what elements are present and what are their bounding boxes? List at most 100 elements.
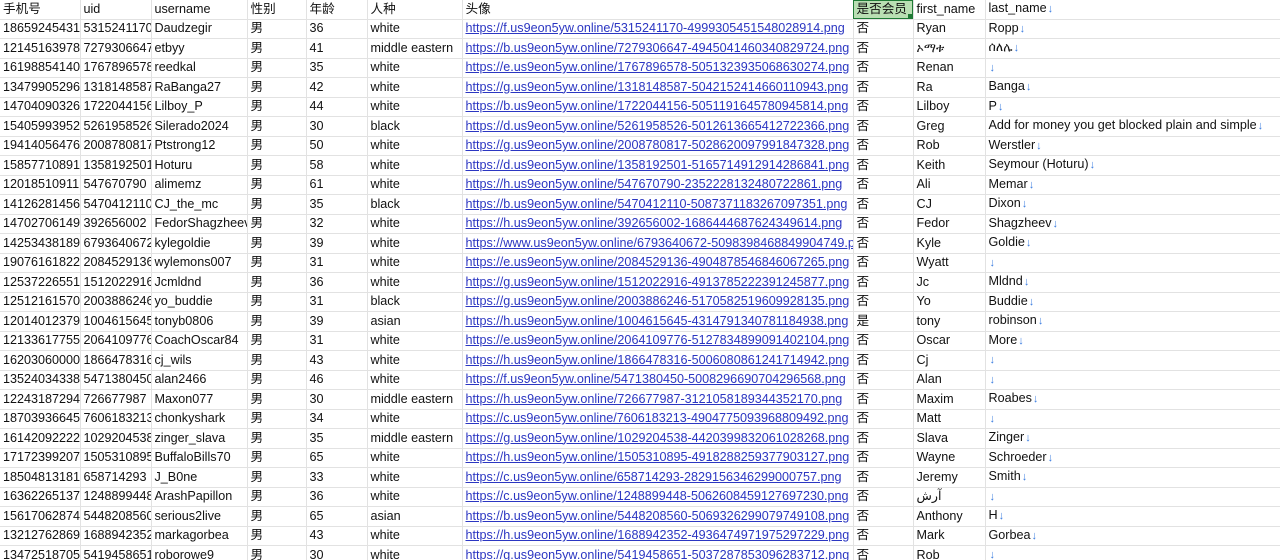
- gender-cell[interactable]: 男: [247, 389, 307, 410]
- username-cell[interactable]: yo_buddie: [151, 292, 248, 312]
- uid-cell[interactable]: 2003886246: [80, 292, 152, 312]
- race-cell[interactable]: white: [367, 526, 463, 546]
- race-cell[interactable]: white: [367, 97, 463, 117]
- username-cell[interactable]: tonyb0806: [151, 311, 248, 332]
- username-cell[interactable]: etbyy: [151, 38, 248, 59]
- phone-cell[interactable]: 13212762869: [0, 526, 81, 546]
- first-name-cell[interactable]: Fedor: [913, 214, 986, 234]
- username-cell[interactable]: BuffaloBills70: [151, 448, 248, 468]
- down-arrow-icon[interactable]: ↓: [990, 62, 996, 74]
- username-cell[interactable]: zinger_slava: [151, 428, 248, 449]
- avatar-link[interactable]: https://c.us9eon5yw.online/658714293-282…: [466, 470, 842, 484]
- down-arrow-icon[interactable]: ↓: [1029, 296, 1035, 308]
- first-name-cell[interactable]: Anthony: [913, 506, 986, 527]
- first-name-cell[interactable]: Oscar: [913, 331, 986, 351]
- gender-cell[interactable]: 男: [247, 467, 307, 488]
- uid-cell[interactable]: 5261958526: [80, 116, 152, 137]
- race-cell[interactable]: middle eastern: [367, 428, 463, 449]
- phone-cell[interactable]: 18504813181: [0, 467, 81, 488]
- phone-cell[interactable]: 14702706149: [0, 214, 81, 234]
- first-name-cell[interactable]: Cj: [913, 350, 986, 371]
- uid-cell[interactable]: 5448208560: [80, 506, 152, 527]
- header-gender[interactable]: 性别: [247, 0, 307, 20]
- avatar-link[interactable]: https://h.us9eon5yw.online/547670790-235…: [466, 177, 843, 191]
- gender-cell[interactable]: 男: [247, 526, 307, 546]
- down-arrow-icon[interactable]: ↓: [1090, 159, 1096, 171]
- down-arrow-icon[interactable]: ↓: [990, 491, 996, 503]
- avatar-cell[interactable]: https://b.us9eon5yw.online/5448208560-50…: [462, 506, 854, 527]
- last-name-cell[interactable]: robinson↓: [985, 311, 1280, 332]
- phone-cell[interactable]: 19414056476: [0, 136, 81, 156]
- phone-cell[interactable]: 16203060000: [0, 350, 81, 371]
- avatar-link[interactable]: https://g.us9eon5yw.online/2003886246-51…: [466, 294, 850, 308]
- gender-cell[interactable]: 男: [247, 194, 307, 215]
- avatar-cell[interactable]: https://h.us9eon5yw.online/547670790-235…: [462, 175, 854, 195]
- avatar-cell[interactable]: https://d.us9eon5yw.online/5261958526-50…: [462, 116, 854, 137]
- gender-cell[interactable]: 男: [247, 350, 307, 371]
- is-member-cell[interactable]: 否: [853, 58, 914, 78]
- down-arrow-icon[interactable]: ↓: [1048, 452, 1054, 464]
- first-name-cell[interactable]: Yo: [913, 292, 986, 312]
- phone-cell[interactable]: 14704090326: [0, 97, 81, 117]
- last-name-cell[interactable]: ሰለሌ↓: [985, 38, 1280, 59]
- header-age[interactable]: 年龄: [306, 0, 368, 20]
- race-cell[interactable]: white: [367, 175, 463, 195]
- last-name-cell[interactable]: H↓: [985, 506, 1280, 527]
- first-name-cell[interactable]: Kyle: [913, 233, 986, 254]
- age-cell[interactable]: 42: [306, 77, 368, 98]
- username-cell[interactable]: CoachOscar84: [151, 331, 248, 351]
- age-cell[interactable]: 61: [306, 175, 368, 195]
- down-arrow-icon[interactable]: ↓: [990, 374, 996, 386]
- username-cell[interactable]: Silerado2024: [151, 116, 248, 137]
- phone-cell[interactable]: 16362265137: [0, 487, 81, 507]
- age-cell[interactable]: 65: [306, 506, 368, 527]
- gender-cell[interactable]: 男: [247, 428, 307, 449]
- avatar-cell[interactable]: https://g.us9eon5yw.online/1029204538-44…: [462, 428, 854, 449]
- phone-cell[interactable]: 15405993952: [0, 116, 81, 137]
- last-name-cell[interactable]: ↓: [985, 370, 1280, 390]
- avatar-link[interactable]: https://h.us9eon5yw.online/1688942352-49…: [466, 528, 850, 542]
- avatar-link[interactable]: https://h.us9eon5yw.online/1866478316-50…: [466, 353, 850, 367]
- gender-cell[interactable]: 男: [247, 370, 307, 390]
- header-is-member-selected[interactable]: 是否会员: [853, 0, 914, 20]
- age-cell[interactable]: 65: [306, 448, 368, 468]
- down-arrow-icon[interactable]: ↓: [1014, 42, 1020, 54]
- username-cell[interactable]: markagorbea: [151, 526, 248, 546]
- uid-cell[interactable]: 658714293: [80, 467, 152, 488]
- gender-cell[interactable]: 男: [247, 97, 307, 117]
- race-cell[interactable]: white: [367, 487, 463, 507]
- avatar-link[interactable]: https://d.us9eon5yw.online/5261958526-50…: [466, 119, 850, 133]
- age-cell[interactable]: 30: [306, 545, 368, 560]
- race-cell[interactable]: middle eastern: [367, 389, 463, 410]
- race-cell[interactable]: white: [367, 233, 463, 254]
- is-member-cell[interactable]: 否: [853, 506, 914, 527]
- is-member-cell[interactable]: 否: [853, 272, 914, 293]
- avatar-cell[interactable]: https://b.us9eon5yw.online/5470412110-50…: [462, 194, 854, 215]
- header-avatar[interactable]: 头像: [462, 0, 854, 20]
- race-cell[interactable]: white: [367, 409, 463, 429]
- last-name-cell[interactable]: Banga↓: [985, 77, 1280, 98]
- avatar-cell[interactable]: https://h.us9eon5yw.online/726677987-312…: [462, 389, 854, 410]
- down-arrow-icon[interactable]: ↓: [1026, 81, 1032, 93]
- last-name-cell[interactable]: Roabes↓: [985, 389, 1280, 410]
- uid-cell[interactable]: 1505310895: [80, 448, 152, 468]
- header-first-name[interactable]: first_name: [913, 0, 986, 20]
- down-arrow-icon[interactable]: ↓: [990, 549, 996, 560]
- first-name-cell[interactable]: Slava: [913, 428, 986, 449]
- username-cell[interactable]: Maxon077: [151, 389, 248, 410]
- race-cell[interactable]: white: [367, 331, 463, 351]
- phone-cell[interactable]: 15617062874: [0, 506, 81, 527]
- first-name-cell[interactable]: ኦማቱ: [913, 38, 986, 59]
- race-cell[interactable]: asian: [367, 506, 463, 527]
- phone-cell[interactable]: 13524034338: [0, 370, 81, 390]
- age-cell[interactable]: 35: [306, 58, 368, 78]
- last-name-cell[interactable]: ↓: [985, 487, 1280, 507]
- avatar-cell[interactable]: https://h.us9eon5yw.online/1688942352-49…: [462, 526, 854, 546]
- username-cell[interactable]: roborowe9: [151, 545, 248, 560]
- first-name-cell[interactable]: Jeremy: [913, 467, 986, 488]
- avatar-link[interactable]: https://b.us9eon5yw.online/7279306647-49…: [466, 41, 850, 55]
- is-member-cell[interactable]: 否: [853, 350, 914, 371]
- avatar-link[interactable]: https://c.us9eon5yw.online/7606183213-49…: [466, 411, 849, 425]
- age-cell[interactable]: 36: [306, 19, 368, 39]
- uid-cell[interactable]: 5315241170: [80, 19, 152, 39]
